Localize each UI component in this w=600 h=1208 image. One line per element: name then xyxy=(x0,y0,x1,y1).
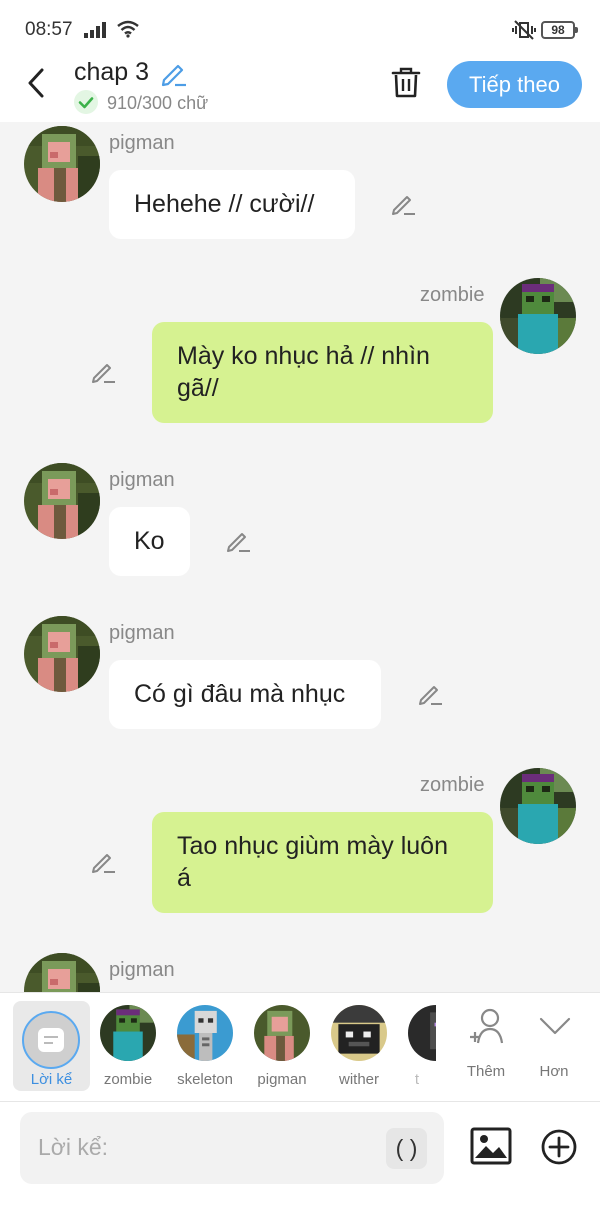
parenthesis-button[interactable]: ( ) xyxy=(386,1128,427,1169)
editor-header: chap 3 910/300 chữ Tiếp theo xyxy=(0,58,600,122)
battery-level: 98 xyxy=(551,23,565,37)
next-button[interactable]: Tiếp theo xyxy=(447,61,582,108)
status-time: 08:57 xyxy=(25,19,73,40)
pigman-avatar[interactable] xyxy=(24,463,100,539)
check-icon xyxy=(74,90,98,114)
zombie-avatar[interactable] xyxy=(500,278,576,354)
message-sender: zombie xyxy=(420,284,485,306)
message-sender: pigman xyxy=(109,469,175,491)
narrator-label: Lời kể xyxy=(30,1071,73,1088)
narration-input[interactable]: Lời kể: ( ) xyxy=(20,1112,444,1184)
add-circle-icon[interactable] xyxy=(540,1128,578,1166)
narrator-icon xyxy=(22,1011,80,1069)
chapter-title: chap 3 xyxy=(74,58,150,86)
input-placeholder: Lời kể: xyxy=(38,1134,109,1160)
pigman-avatar xyxy=(254,1005,310,1061)
character-label: zombie xyxy=(103,1071,153,1088)
edit-message-pencil-icon[interactable] xyxy=(417,681,443,707)
message-sender: pigman xyxy=(109,132,175,154)
signal-icon xyxy=(84,22,106,38)
back-arrow-icon[interactable] xyxy=(20,66,54,100)
more-label: Hơn xyxy=(539,1063,569,1080)
character-skeleton[interactable]: skeleton xyxy=(167,1005,243,1095)
edit-message-pencil-icon[interactable] xyxy=(90,359,116,385)
add-character-button[interactable]: Thêm xyxy=(456,1007,516,1087)
pigman-avatar[interactable] xyxy=(24,126,100,202)
word-count: 910/300 chữ xyxy=(107,93,209,113)
character-zombie[interactable]: zombie xyxy=(90,1005,166,1095)
zombie-avatar xyxy=(100,1005,156,1061)
pigman-avatar[interactable] xyxy=(24,616,100,692)
more-button[interactable]: Hơn xyxy=(524,1007,584,1087)
character-bar: Lời kể zombie skeleton pigman wither t T… xyxy=(0,992,600,1102)
chat-area[interactable]: pigman Hehehe // cười// zombie Mày ko nh… xyxy=(0,122,600,992)
edit-title-pencil-icon[interactable] xyxy=(159,59,187,87)
add-label: Thêm xyxy=(466,1063,506,1080)
character-partial[interactable]: t xyxy=(398,1005,436,1095)
message-bubble[interactable]: Tao nhục giùm mày luôn á xyxy=(152,812,493,913)
input-bar: Lời kể: ( ) xyxy=(0,1102,600,1208)
add-person-icon xyxy=(470,1008,504,1044)
narrator-selector[interactable]: Lời kể xyxy=(13,1001,90,1091)
pigman-avatar[interactable] xyxy=(24,953,100,992)
character-wither[interactable]: wither xyxy=(321,1005,397,1095)
message-sender: zombie xyxy=(420,774,485,796)
message-sender: pigman xyxy=(109,622,175,644)
zombie-avatar[interactable] xyxy=(500,768,576,844)
message-sender: pigman xyxy=(109,959,175,981)
status-bar: 08:57 98 xyxy=(0,0,600,58)
skeleton-avatar xyxy=(177,1005,233,1061)
character-label: pigman xyxy=(257,1071,307,1088)
chevron-down-icon xyxy=(539,1017,571,1035)
message-bubble[interactable]: Mày ko nhục hả // nhìn gã// xyxy=(152,322,493,423)
character-pigman[interactable]: pigman xyxy=(244,1005,320,1095)
message-bubble[interactable]: Hehehe // cười// xyxy=(109,170,355,239)
edit-message-pencil-icon[interactable] xyxy=(90,849,116,875)
wifi-icon xyxy=(117,20,139,38)
vibrate-mute-icon xyxy=(512,20,536,40)
battery-icon: 98 xyxy=(541,21,578,39)
character-avatar xyxy=(408,1005,436,1061)
character-label: wither xyxy=(338,1071,379,1088)
wither-avatar xyxy=(331,1005,387,1061)
message-bubble[interactable]: Có gì đâu mà nhục xyxy=(109,660,381,729)
trash-icon[interactable] xyxy=(389,65,423,99)
character-label: skeleton xyxy=(177,1071,233,1088)
message-bubble[interactable]: Ko xyxy=(109,507,190,576)
character-label: t xyxy=(414,1071,420,1088)
edit-message-pencil-icon[interactable] xyxy=(225,528,251,554)
image-icon[interactable] xyxy=(469,1124,513,1168)
edit-message-pencil-icon[interactable] xyxy=(390,191,416,217)
